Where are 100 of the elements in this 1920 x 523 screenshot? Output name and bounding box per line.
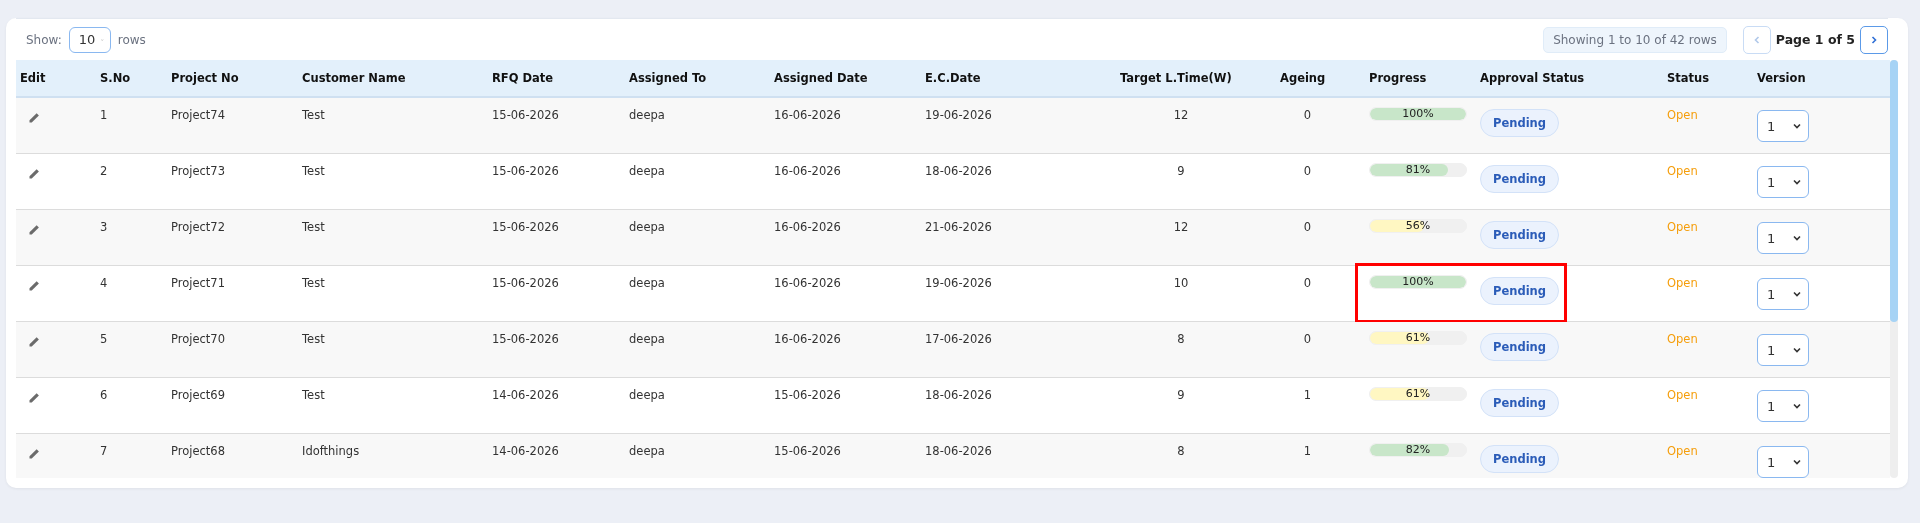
version-select[interactable]: 1 <box>1757 278 1809 310</box>
page-size-select[interactable]: 10 <box>68 26 111 53</box>
table-cell-text: 18-06-2026 <box>924 163 993 178</box>
table-cell-text: 1 <box>1302 443 1313 458</box>
column-header: Version <box>1756 71 1807 85</box>
table-cell-text: 5 <box>99 331 109 346</box>
table-cell-text: Test <box>301 219 326 234</box>
next-page-button[interactable] <box>1860 25 1888 54</box>
table-cell-text: Project74 <box>170 107 226 122</box>
table-cell-text: Project69 <box>170 387 226 402</box>
table-cell-text: 12 <box>1172 219 1190 234</box>
table-cell-text: Project70 <box>170 331 226 346</box>
table-cell-text: 1 <box>99 107 109 122</box>
approval-status-badge: Pending <box>1480 109 1559 137</box>
table-cell-text: 14-06-2026 <box>491 443 560 458</box>
approval-status-badge: Pending <box>1480 221 1559 249</box>
table-cell-text: 0 <box>1302 163 1313 178</box>
version-select[interactable]: 1 <box>1757 110 1809 142</box>
table-cell-text: 12 <box>1172 107 1190 122</box>
pencil-icon[interactable] <box>28 112 40 124</box>
progress-label: 61% <box>1404 388 1432 400</box>
table-cell-text: Test <box>301 387 326 402</box>
table-cell-text: 7 <box>99 443 109 458</box>
pencil-icon[interactable] <box>28 224 40 236</box>
approval-status-badge: Pending <box>1480 277 1559 305</box>
table-cell-text: 15-06-2026 <box>491 331 560 346</box>
approval-status-badge: Pending <box>1480 333 1559 361</box>
chevron-down-icon <box>1792 401 1802 411</box>
table-cell-text: deepa <box>628 331 666 346</box>
chevron-down-icon <box>1792 233 1802 243</box>
chevron-down-icon <box>1792 289 1802 299</box>
progress-label: 56% <box>1404 220 1432 232</box>
table-cell-text: 15-06-2026 <box>491 219 560 234</box>
column-header: Ageing <box>1279 71 1327 85</box>
status-text: Open <box>1666 275 1699 290</box>
table-cell-text: deepa <box>628 387 666 402</box>
pencil-icon[interactable] <box>28 336 40 348</box>
approval-status-badge: Pending <box>1480 389 1559 417</box>
pencil-icon[interactable] <box>28 392 40 404</box>
table-cell-text: 16-06-2026 <box>773 219 842 234</box>
table-cell-text: Idofthings <box>301 443 361 458</box>
column-header: Progress <box>1368 71 1428 85</box>
table-cell-text: 15-06-2026 <box>491 163 560 178</box>
table-cell-text: 0 <box>1302 331 1313 346</box>
table-cell-text: 9 <box>1176 387 1186 402</box>
progress-label: 61% <box>1404 332 1432 344</box>
table-cell-text: deepa <box>628 443 666 458</box>
table-cell-text: 8 <box>1176 443 1186 458</box>
pencil-icon[interactable] <box>28 448 40 460</box>
table-cell-text: 3 <box>99 219 109 234</box>
progress-label: 100% <box>1401 276 1435 288</box>
table-cell-text: 0 <box>1302 107 1313 122</box>
table-cell-text: 18-06-2026 <box>924 387 993 402</box>
table-cell-text: 0 <box>1302 219 1313 234</box>
table-cell-text: 19-06-2026 <box>924 275 993 290</box>
table-cell-text: Project73 <box>170 163 226 178</box>
status-text: Open <box>1666 107 1699 122</box>
table-cell-text: 16-06-2026 <box>773 331 842 346</box>
table-cell-text: Test <box>301 107 326 122</box>
version-select[interactable]: 1 <box>1757 390 1809 422</box>
version-select[interactable]: 1 <box>1757 222 1809 254</box>
status-text: Open <box>1666 331 1699 346</box>
table-cell-text: 15-06-2026 <box>491 275 560 290</box>
column-header: Assigned Date <box>773 71 869 85</box>
version-select[interactable]: 1 <box>1757 166 1809 198</box>
progress-label: 82% <box>1404 444 1432 456</box>
table-cell-text: 1 <box>1302 387 1313 402</box>
column-header: RFQ Date <box>491 71 555 85</box>
approval-status-badge: Pending <box>1480 445 1559 473</box>
chevron-down-icon <box>1792 345 1802 355</box>
status-text: Open <box>1666 163 1699 178</box>
chevron-down-icon <box>1792 177 1802 187</box>
table-cell-text: 18-06-2026 <box>924 443 993 458</box>
pencil-icon[interactable] <box>28 280 40 292</box>
table-cell-text: 6 <box>99 387 109 402</box>
column-header: E.C.Date <box>924 71 982 85</box>
chevron-down-icon <box>1792 457 1802 467</box>
column-header: S.No <box>99 71 132 85</box>
table-cell-text: 15-06-2026 <box>773 443 842 458</box>
table-cell-text: 16-06-2026 <box>773 275 842 290</box>
version-select[interactable]: 1 <box>1757 446 1809 478</box>
table-cell-text: 15-06-2026 <box>491 107 560 122</box>
table-cell-text: Project72 <box>170 219 226 234</box>
table-cell-text: 15-06-2026 <box>773 387 842 402</box>
table-cell-text: deepa <box>628 275 666 290</box>
table-cell-text: 2 <box>99 163 109 178</box>
table-cell-text: 14-06-2026 <box>491 387 560 402</box>
progress-label: 100% <box>1401 108 1435 120</box>
scrollbar[interactable] <box>1890 60 1898 478</box>
approval-status-badge: Pending <box>1480 165 1559 193</box>
pencil-icon[interactable] <box>28 168 40 180</box>
page-info: Page 1 of 5 <box>1775 32 1855 47</box>
rows-label: rows <box>117 32 146 47</box>
table-cell-text: Project68 <box>170 443 226 458</box>
table-cell-text: 17-06-2026 <box>924 331 993 346</box>
column-header: Edit <box>19 71 47 85</box>
column-header: Status <box>1666 71 1711 85</box>
version-select[interactable]: 1 <box>1757 334 1809 366</box>
table-cell-text: Test <box>301 163 326 178</box>
column-header: Approval Status <box>1479 71 1586 85</box>
